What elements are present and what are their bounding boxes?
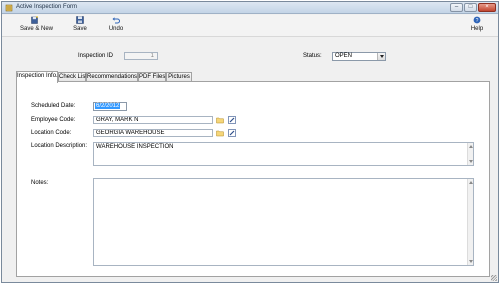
scroll-up-icon[interactable] [469,181,473,184]
undo-icon [112,17,120,24]
tab-inspection-info[interactable]: Inspection Info. [16,71,58,83]
header-row: Inspection ID 1 Status: OPEN [2,42,498,68]
status-label: Status: [303,53,322,59]
notes-scrollbar[interactable] [467,179,473,265]
minimize-button[interactable]: – [450,3,463,12]
scheduled-date-label: Scheduled Date: [31,103,76,109]
folder-lookup-icon[interactable] [216,129,224,137]
save-new-icon [31,16,38,24]
status-select[interactable]: OPEN [332,52,386,61]
toolbar: Save & New Save Undo ? Help [2,15,498,37]
location-code-field[interactable]: GEORGIA WAREHOUSE [93,129,213,137]
window-title: Active Inspection Form [16,4,78,10]
save-and-new-button[interactable]: Save & New [20,16,54,36]
inspection-id-field: 1 [124,52,158,60]
folder-lookup-icon[interactable] [216,116,224,124]
inspection-id-label: Inspection ID [78,53,114,59]
scheduled-date-value: 6/2/2012 [95,103,121,109]
scheduled-date-field[interactable]: 6/2/2012 [93,102,127,111]
employee-code-label: Employee Code: [31,117,76,123]
inspection-info-panel: Scheduled Date: 6/2/2012 Employee Code: … [16,81,490,277]
scroll-down-icon[interactable] [469,160,473,163]
help-button[interactable]: ? Help [468,16,486,36]
save-button[interactable]: Save [70,16,90,36]
app-icon [5,4,13,12]
maximize-button[interactable]: □ [464,3,477,12]
save-and-new-label: Save & New [20,26,54,32]
location-description-scrollbar[interactable] [467,143,473,165]
help-label: Help [470,26,484,32]
edit-record-icon[interactable] [228,129,236,137]
close-button[interactable]: × [478,3,496,12]
notes-field[interactable] [93,178,474,266]
svg-text:?: ? [476,18,479,24]
undo-label: Undo [108,26,124,32]
edit-record-icon[interactable] [228,116,236,124]
location-code-label: Location Code: [31,130,72,136]
undo-button[interactable]: Undo [106,16,126,36]
location-description-value: WAREHOUSE INSPECTION [96,144,174,150]
location-description-field[interactable]: WAREHOUSE INSPECTION [93,142,474,166]
save-label: Save [73,26,87,32]
notes-label: Notes: [31,180,49,186]
employee-code-field[interactable]: GRAY, MARK N [93,116,213,124]
title-bar[interactable]: Active Inspection Form – □ × [2,2,498,14]
location-description-label: Location Description: [31,143,88,149]
scroll-up-icon[interactable] [469,145,473,148]
resize-grip[interactable] [491,275,497,281]
scroll-down-icon[interactable] [469,260,473,263]
chevron-down-icon[interactable] [377,53,385,60]
inspection-form-window: Active Inspection Form – □ × Save & New … [1,1,499,283]
save-icon [76,16,84,24]
help-icon: ? [473,16,481,24]
status-select-value: OPEN [335,53,353,59]
